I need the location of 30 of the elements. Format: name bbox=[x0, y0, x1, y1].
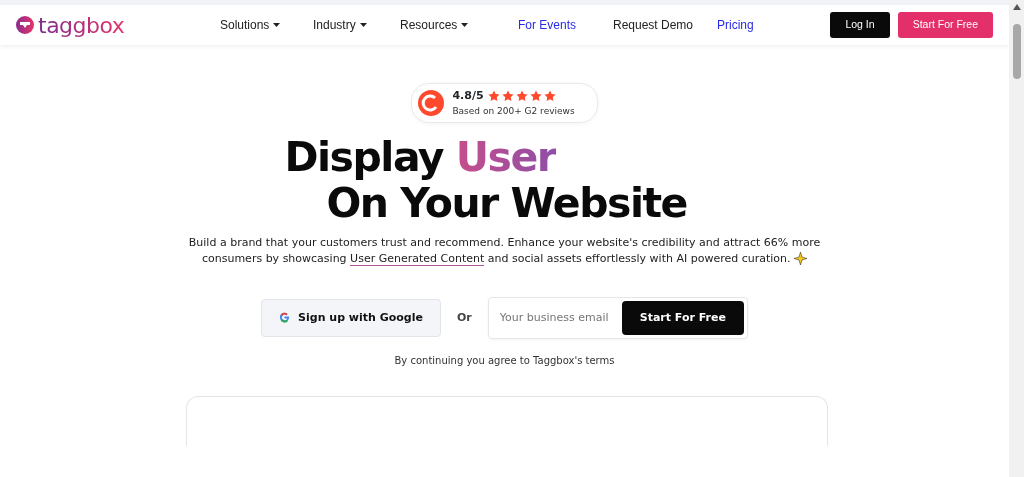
email-field[interactable]: Your business email Start For Free bbox=[487, 296, 748, 340]
sparkle-icon bbox=[794, 252, 808, 266]
google-signup-button[interactable]: Sign up with Google bbox=[261, 298, 441, 338]
rating-caption: Based on 200+ G2 reviews bbox=[452, 104, 575, 118]
g2-icon bbox=[418, 90, 445, 116]
start-free-button[interactable]: Start For Free bbox=[897, 12, 993, 38]
start-free-button[interactable]: Start For Free bbox=[621, 300, 744, 336]
star-icon bbox=[501, 90, 514, 103]
nav-link[interactable]: Request Demo bbox=[613, 16, 694, 34]
nav-link[interactable]: Solutions bbox=[220, 16, 281, 34]
headline: On Your Website bbox=[326, 180, 688, 227]
login-button[interactable]: Log In bbox=[830, 12, 890, 38]
nav-link[interactable]: Industry bbox=[313, 16, 367, 34]
star-icon bbox=[543, 90, 556, 103]
logo-icon bbox=[16, 16, 34, 34]
star-icon bbox=[529, 90, 542, 103]
rating-score: 4.8/5 bbox=[452, 88, 484, 104]
nav-link[interactable]: For Events bbox=[518, 16, 577, 34]
nav-link[interactable]: Resources bbox=[400, 16, 469, 34]
scrollbar-thumb[interactable] bbox=[1012, 24, 1021, 79]
star-icon bbox=[487, 90, 500, 103]
terms-text: By continuing you agree to Taggbox's terms bbox=[394, 354, 615, 369]
headline: Display User bbox=[284, 135, 557, 181]
intro-paragraph: Build a brand that your customers trust and recommend. Enhance your website's credibility and attract 66% more consumers by showcasing User Generated Content and social assets effortlessly with AI powered curation. bbox=[187, 234, 822, 267]
star-icon bbox=[515, 90, 528, 103]
or-text: Or bbox=[456, 309, 472, 326]
ugc-link[interactable]: User Generated Content bbox=[350, 251, 485, 266]
nav-link[interactable]: Pricing bbox=[717, 16, 754, 34]
scroll-up-icon[interactable] bbox=[1012, 4, 1021, 10]
google-icon bbox=[279, 312, 291, 324]
